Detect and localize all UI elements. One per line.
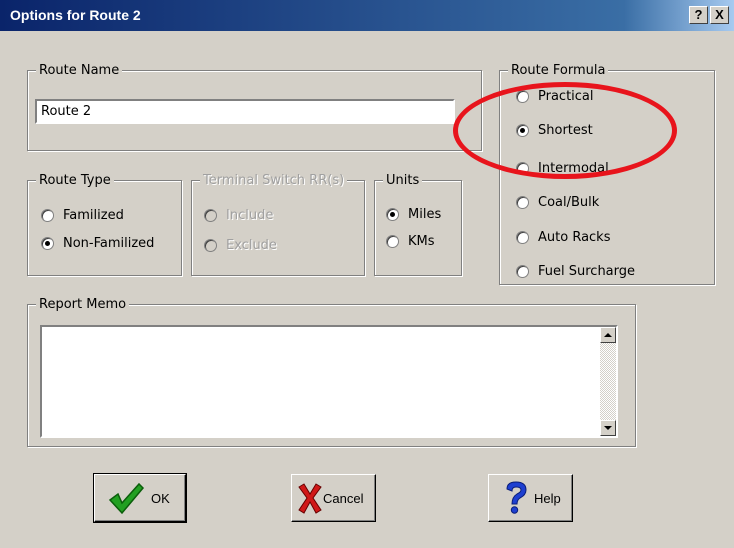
- route-name-input[interactable]: [37, 101, 453, 122]
- radio-label: Shortest: [538, 122, 593, 138]
- help-label: Help: [534, 490, 561, 506]
- title-bar[interactable]: Options for Route 2 ? X: [0, 0, 734, 31]
- radio-circle[interactable]: [516, 230, 529, 244]
- radio-label: Exclude: [226, 237, 277, 253]
- radio-circle[interactable]: [386, 234, 399, 248]
- memo-scrollbar[interactable]: [600, 327, 616, 436]
- blue-question-icon: [506, 481, 527, 514]
- report-memo-legend: Report Memo: [36, 297, 130, 312]
- radio-kms[interactable]: KMs: [386, 232, 435, 250]
- route-type-legend: Route Type: [36, 173, 114, 188]
- radio-label: Non-Familized: [63, 235, 155, 251]
- radio-label: Miles: [408, 206, 442, 222]
- radio-auto-racks[interactable]: Auto Racks: [516, 228, 610, 246]
- route-type-group: Route Type: [27, 173, 182, 276]
- radio-label: Intermodal: [538, 160, 609, 176]
- route-name-legend: Route Name: [36, 63, 123, 78]
- report-memo-field[interactable]: [40, 325, 618, 438]
- ok-button[interactable]: OK: [93, 473, 187, 523]
- arrow-up-icon: [604, 332, 612, 337]
- close-button[interactable]: X: [710, 6, 729, 24]
- radio-circle[interactable]: [41, 236, 54, 250]
- radio-intermodal[interactable]: Intermodal: [516, 159, 609, 177]
- radio-coal-bulk[interactable]: Coal/Bulk: [516, 193, 599, 211]
- help-glyph: ?: [694, 7, 703, 22]
- radio-include[interactable]: Include: [204, 206, 273, 224]
- cancel-label: Cancel: [323, 490, 364, 506]
- radio-label: Coal/Bulk: [538, 194, 600, 210]
- radio-label: Fuel Surcharge: [538, 263, 636, 279]
- route-name-field-frame: [35, 99, 455, 124]
- scroll-up-button[interactable]: [600, 327, 616, 343]
- radio-practical[interactable]: Practical: [516, 87, 594, 105]
- radio-label: Familized: [63, 207, 124, 223]
- radio-circle[interactable]: [386, 207, 399, 221]
- red-x-icon: [298, 483, 322, 514]
- radio-circle[interactable]: [516, 89, 529, 103]
- units-legend: Units: [383, 173, 423, 188]
- radio-shortest[interactable]: Shortest: [516, 121, 593, 139]
- radio-label: KMs: [408, 233, 435, 249]
- radio-label: Auto Racks: [538, 229, 611, 245]
- radio-circle[interactable]: [516, 264, 529, 278]
- radio-circle[interactable]: [41, 208, 54, 222]
- cancel-button[interactable]: Cancel: [291, 474, 376, 522]
- units-group: Units: [374, 173, 462, 276]
- close-glyph: X: [715, 7, 724, 22]
- radio-miles[interactable]: Miles: [386, 205, 441, 223]
- radio-circle[interactable]: [516, 123, 529, 137]
- terminal-switch-group: Terminal Switch RR(s): [191, 173, 365, 276]
- options-dialog: Options for Route 2 ? X Route Name Route…: [0, 0, 734, 548]
- ok-label: OK: [151, 490, 170, 506]
- radio-label: Practical: [538, 88, 594, 104]
- help-button[interactable]: Help: [488, 474, 573, 522]
- window-title: Options for Route 2: [10, 7, 141, 23]
- context-help-button[interactable]: ?: [689, 6, 708, 24]
- radio-fuel-surcharge[interactable]: Fuel Surcharge: [516, 262, 635, 280]
- radio-circle[interactable]: [516, 195, 529, 209]
- green-checkmark-icon: [108, 482, 145, 515]
- radio-circle[interactable]: [204, 208, 217, 222]
- radio-familized[interactable]: Familized: [41, 206, 124, 224]
- radio-circle[interactable]: [204, 238, 217, 252]
- radio-circle[interactable]: [516, 161, 529, 175]
- radio-non-familized[interactable]: Non-Familized: [41, 234, 154, 252]
- radio-label: Include: [226, 207, 274, 223]
- terminal-switch-legend: Terminal Switch RR(s): [200, 173, 348, 188]
- radio-exclude[interactable]: Exclude: [204, 236, 277, 254]
- scroll-down-button[interactable]: [600, 420, 616, 436]
- route-formula-legend: Route Formula: [508, 63, 609, 78]
- arrow-down-icon: [604, 425, 612, 430]
